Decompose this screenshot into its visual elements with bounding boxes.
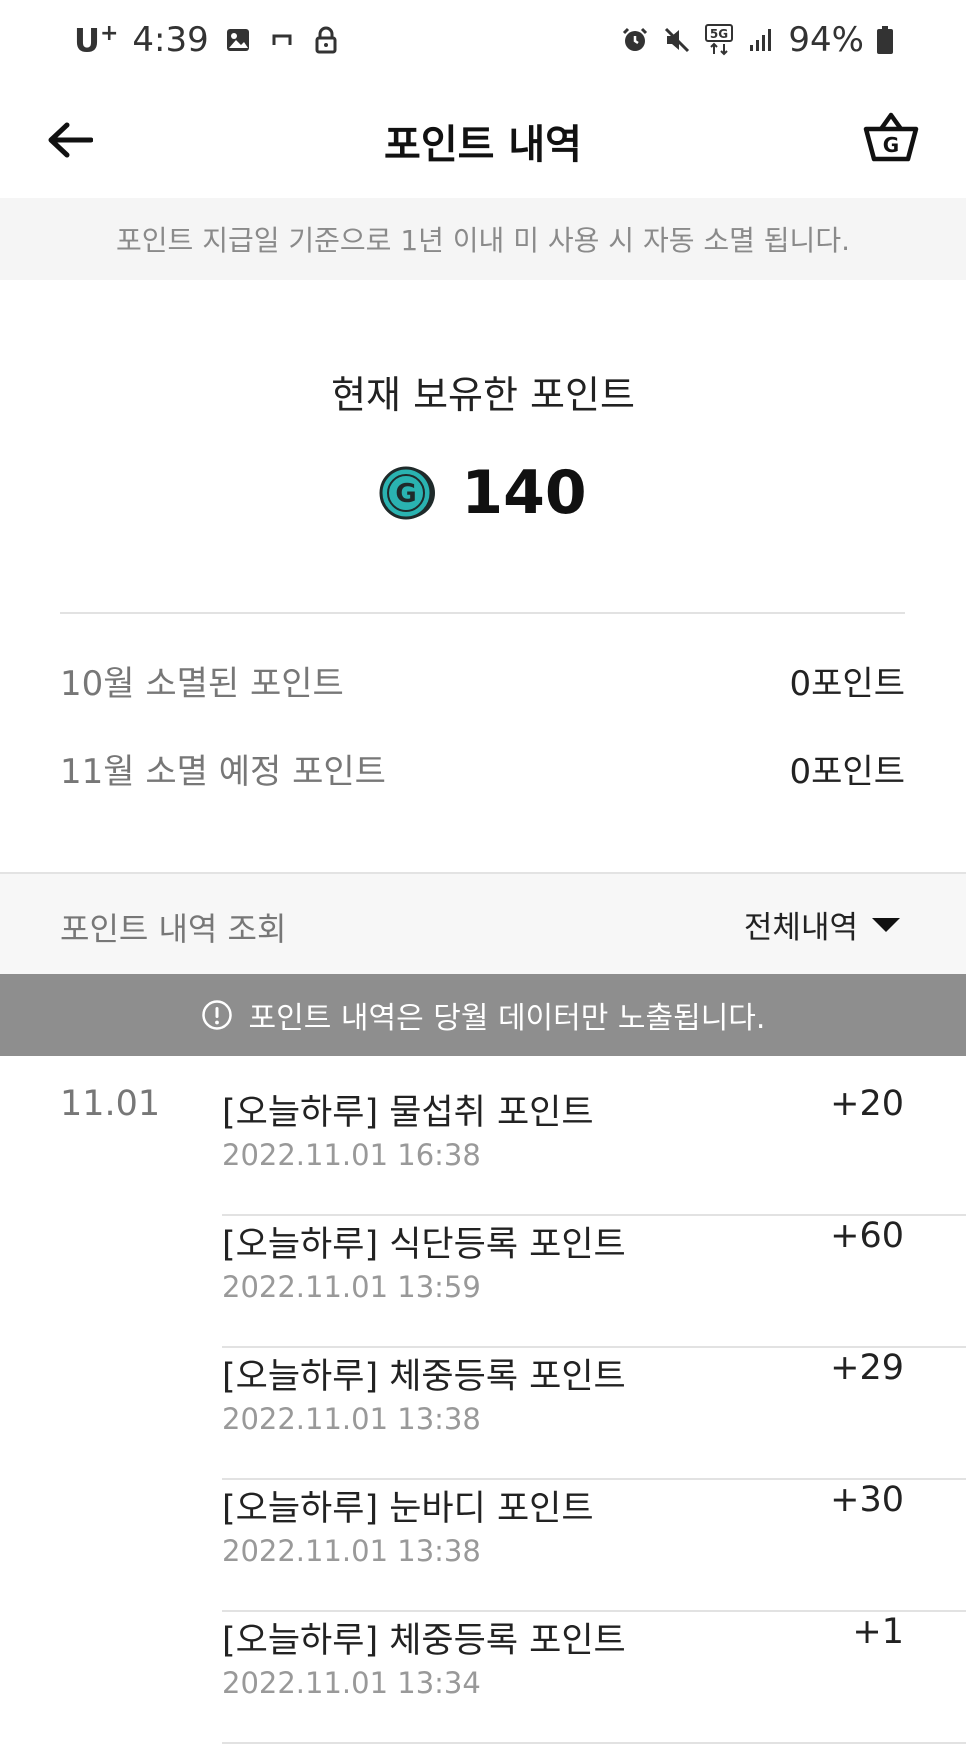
status-bar: U+ 4:39 5G 94% xyxy=(0,0,966,90)
signal-icon xyxy=(746,25,776,55)
transaction-title: [오늘하루] 식단등록 포인트 xyxy=(222,1225,626,1265)
transaction-time: 2022.11.01 13:38 xyxy=(222,1402,481,1436)
g-coin-icon: G xyxy=(379,466,436,520)
transaction-time: 2022.11.01 13:38 xyxy=(222,1534,481,1568)
transaction-title: [오늘하루] 체중등록 포인트 xyxy=(222,1357,626,1397)
gallery-icon xyxy=(223,25,253,55)
transaction-time: 2022.11.01 16:38 xyxy=(222,1138,481,1172)
expired-points-value: 0포인트 xyxy=(789,664,905,704)
list-item[interactable]: [오늘하루] 식단등록 포인트 2022.11.01 13:59 +60 xyxy=(222,1216,966,1348)
alarm-icon xyxy=(620,25,650,55)
history-date: 11.01 xyxy=(60,1084,161,1124)
current-points-label: 현재 보유한 포인트 xyxy=(331,373,635,417)
history-info-text: 포인트 내역은 당월 데이터만 노출됩니다. xyxy=(248,1001,766,1036)
expiring-points-value: 0포인트 xyxy=(789,752,905,792)
transaction-title: [오늘하루] 물섭취 포인트 xyxy=(222,1093,594,1133)
g-basket-button[interactable]: G xyxy=(858,104,924,170)
expiring-points-label: 11월 소멸 예정 포인트 xyxy=(60,752,386,792)
transaction-amount: +60 xyxy=(830,1216,904,1256)
transaction-title: [오늘하루] 체중등록 포인트 xyxy=(222,1621,626,1661)
battery-percent: 94% xyxy=(788,20,864,60)
transaction-time: 2022.11.01 13:34 xyxy=(222,1666,481,1700)
caret-down-icon xyxy=(872,917,900,932)
balance-row: G 140 xyxy=(0,458,966,528)
transaction-amount: +1 xyxy=(852,1612,904,1652)
transaction-amount: +20 xyxy=(830,1084,904,1124)
list-item[interactable]: [오늘하루] 눈바디 포인트 2022.11.01 13:38 +30 xyxy=(222,1480,966,1612)
info-circle-icon xyxy=(201,1000,232,1030)
expired-points-row: 10월 소멸된 포인트 0포인트 xyxy=(60,656,905,705)
svg-text:G: G xyxy=(883,133,899,157)
list-item[interactable]: [오늘하루] 물섭취 포인트 2022.11.01 16:38 +20 xyxy=(222,1084,966,1216)
transaction-amount: +29 xyxy=(830,1348,904,1388)
nfc-icon xyxy=(267,25,297,55)
transaction-time: 2022.11.01 13:59 xyxy=(222,1270,481,1304)
5g-data-icon: 5G xyxy=(704,24,734,56)
list-item[interactable]: [오늘하루] 체중등록 포인트 2022.11.01 13:34 +1 xyxy=(222,1612,966,1744)
status-right: 5G 94% xyxy=(620,20,894,60)
svg-text:5G: 5G xyxy=(710,27,728,41)
expired-points-label: 10월 소멸된 포인트 xyxy=(60,664,344,704)
expiring-points-row: 11월 소멸 예정 포인트 0포인트 xyxy=(60,744,905,793)
page-title: 포인트 내역 xyxy=(384,122,582,168)
carrier-label: U+ xyxy=(74,20,119,60)
status-left: U+ 4:39 xyxy=(74,20,341,60)
lock-icon xyxy=(311,25,341,55)
mute-icon xyxy=(662,25,692,55)
history-header: 포인트 내역 조회 전체내역 xyxy=(0,872,966,974)
transaction-amount: +30 xyxy=(830,1480,904,1520)
history-filter-value: 전체내역 xyxy=(743,910,858,946)
clock: 4:39 xyxy=(132,20,209,60)
expiry-notice: 포인트 지급일 기준으로 1년 이내 미 사용 시 자동 소멸 됩니다. xyxy=(0,198,966,280)
app-bar: 포인트 내역 G xyxy=(0,90,966,198)
history-info-bar: 포인트 내역은 당월 데이터만 노출됩니다. xyxy=(0,974,966,1056)
list-item[interactable]: [오늘하루] 체중등록 포인트 2022.11.01 13:38 +29 xyxy=(222,1348,966,1480)
battery-icon xyxy=(876,25,894,55)
svg-text:G: G xyxy=(396,479,417,509)
divider xyxy=(60,612,905,614)
history-label: 포인트 내역 조회 xyxy=(60,910,287,948)
g-basket-icon: G xyxy=(863,112,919,162)
transaction-title: [오늘하루] 눈바디 포인트 xyxy=(222,1489,594,1529)
history-filter-dropdown[interactable]: 전체내역 xyxy=(744,902,900,947)
points-balance: 140 xyxy=(461,458,587,528)
